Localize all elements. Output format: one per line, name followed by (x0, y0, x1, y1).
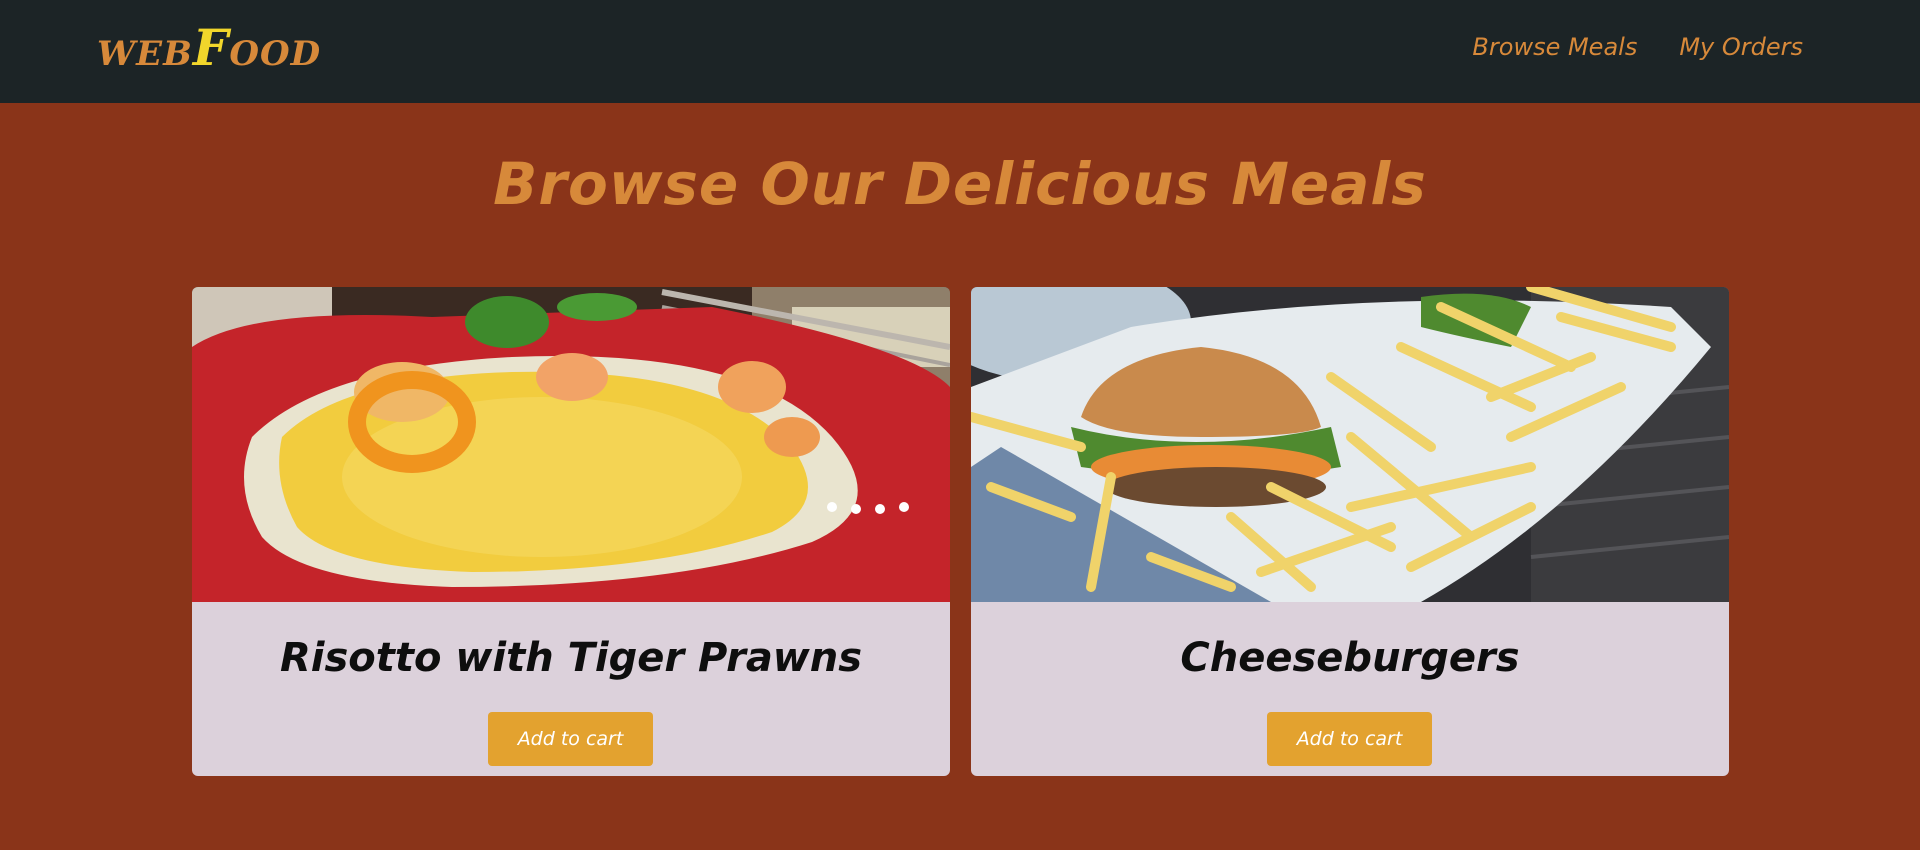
meal-photo-risotto (192, 287, 950, 602)
top-navigation-bar: WEBFOOD Browse Meals My Orders (0, 0, 1920, 103)
brand-logo[interactable]: WEBFOOD (97, 18, 321, 77)
main-nav: Browse Meals My Orders (1472, 33, 1803, 61)
meal-name: Cheeseburgers (1180, 635, 1520, 681)
nav-my-orders-link[interactable]: My Orders (1679, 33, 1803, 61)
add-to-cart-button[interactable]: Add to cart (488, 712, 653, 766)
meal-photo-cheeseburgers (971, 287, 1729, 602)
page-title: Browse Our Delicious Meals (493, 150, 1427, 218)
brand-logo-initial: F (192, 18, 230, 77)
add-to-cart-button[interactable]: Add to cart (1267, 712, 1432, 766)
meal-card: Risotto with Tiger Prawns Add to cart (192, 287, 950, 776)
brand-logo-part-1: WEB (97, 34, 193, 74)
nav-browse-meals-link[interactable]: Browse Meals (1472, 33, 1637, 61)
brand-logo-part-2: OOD (229, 34, 322, 74)
meal-card: Cheeseburgers Add to cart (971, 287, 1729, 776)
meal-name: Risotto with Tiger Prawns (279, 635, 863, 681)
